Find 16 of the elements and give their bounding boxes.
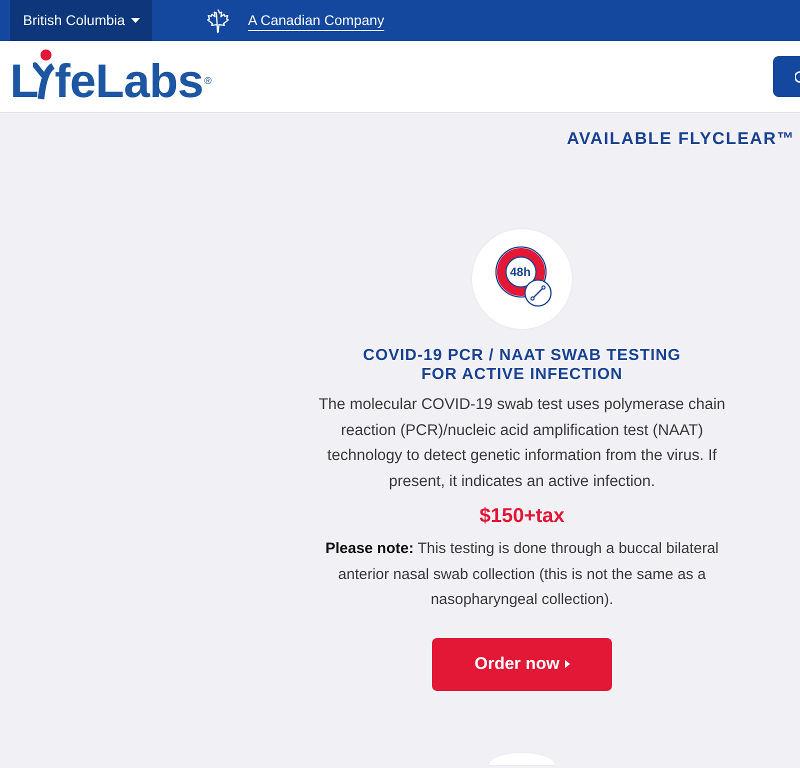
maple-leaf-icon <box>206 8 230 34</box>
order-now-button[interactable]: Order now <box>432 638 612 690</box>
header-button[interactable] <box>773 56 800 97</box>
service-description: The molecular COVID-19 swab test uses polymerase chain reaction (PCR)/nucleic acid amplification test (NAAT) technology to detect genetic information from the virus. If present, it indicates an active infection. <box>318 395 726 492</box>
canadian-company-link[interactable]: A Canadian Company <box>248 10 384 31</box>
service-title: COVID-19 PCR / NAAT SWAB TESTING FOR ACTIVE INFECTION <box>362 346 682 384</box>
ring-icon <box>795 70 800 82</box>
caret-right-icon <box>564 660 570 668</box>
lifelabs-logo[interactable]: L feLabs® <box>10 49 212 101</box>
price-label: $150+tax <box>479 504 565 528</box>
testing-note: Please note: This testing is done through a buccal bilateral anterior nasal swab collection (this is not the same as a nasopharyngeal collection). <box>324 539 720 610</box>
swab-icon <box>524 279 552 307</box>
region-dropdown[interactable]: British Columbia <box>10 0 152 41</box>
caret-icon <box>130 18 140 23</box>
section-heading: AVAILABLE FLYCLEAR™ <box>566 130 795 147</box>
hours-label: 48h <box>510 265 531 279</box>
